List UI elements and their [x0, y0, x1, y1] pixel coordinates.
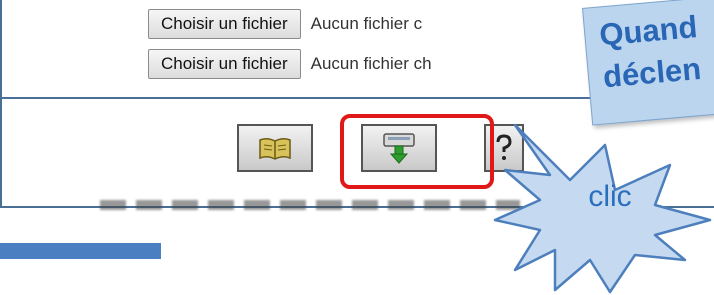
- file-status-1: Aucun fichier c: [310, 14, 423, 33]
- file-status-2: Aucun fichier ch: [310, 54, 432, 73]
- callout-line-1: Quand: [597, 9, 699, 53]
- click-label: clic: [588, 180, 632, 213]
- instruction-callout: Quand déclen: [582, 0, 714, 126]
- book-button[interactable]: [237, 124, 313, 172]
- book-icon: [259, 137, 291, 160]
- file-input-row-1: Choisir un fichier Aucun fichier c: [148, 8, 422, 40]
- choose-file-button-2[interactable]: Choisir un fichier: [148, 49, 301, 79]
- upload-button-highlight: [340, 114, 494, 189]
- file-input-row-2: Choisir un fichier Aucun fichier ch: [148, 48, 432, 80]
- choose-file-button-1[interactable]: Choisir un fichier: [148, 9, 301, 39]
- blurred-footer-text: [100, 200, 520, 210]
- callout-line-2: déclen: [601, 50, 703, 95]
- decorative-blue-bar: [0, 243, 161, 259]
